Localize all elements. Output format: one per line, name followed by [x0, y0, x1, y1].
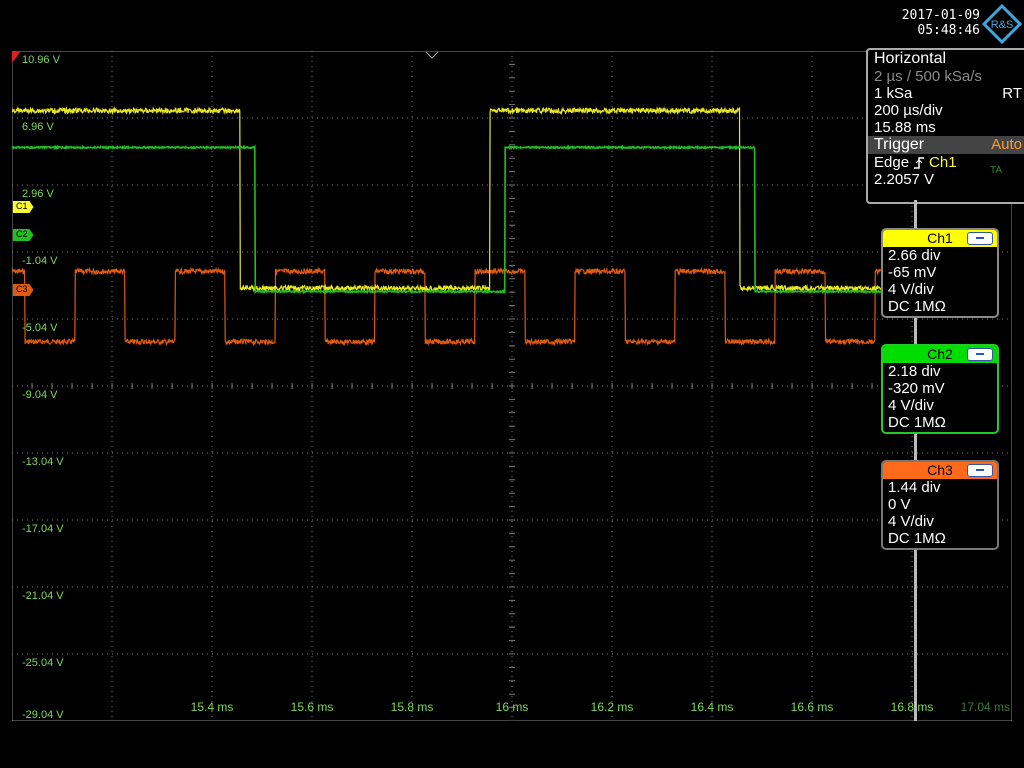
ch1-coupling: DC 1MΩ [888, 298, 946, 315]
ch3-name: Ch3 [927, 462, 953, 478]
ch2-name: Ch2 [927, 346, 953, 362]
ch3-offset-div: 1.44 div [888, 479, 941, 496]
ch2-coupling: DC 1MΩ [888, 414, 946, 431]
waveform-display[interactable]: 10.96 V 6.96 V 2.96 V -1.04 V -5.04 V -9.04 V… [12, 51, 1012, 721]
trigger-header: Trigger Auto [868, 136, 1024, 154]
y-axis-label: -29.04 V [22, 709, 64, 721]
x-axis-label: 16.4 ms [691, 700, 734, 714]
horizontal-position: 15.88 ms [874, 119, 936, 136]
y-axis-label: -21.04 V [22, 590, 64, 602]
ch2-offset-v: -320 mV [888, 380, 945, 397]
timebase: 200 µs/div [874, 102, 943, 119]
trigger-source: Ch1 [929, 154, 957, 171]
y-axis-label: 6.96 V [22, 121, 54, 133]
x-axis-label: 16 ms [496, 700, 529, 714]
trigger-title: Trigger [874, 136, 925, 153]
date-text: 2017-01-09 [901, 8, 980, 23]
ch1-offset-v: -65 mV [888, 264, 937, 281]
y-axis-label: -17.04 V [22, 523, 64, 535]
rising-edge-icon [914, 156, 925, 169]
x-axis-label: 17.04 ms [961, 700, 1010, 714]
trigger-mode: Auto [991, 136, 1022, 153]
ch1-scale: 4 V/div [888, 281, 934, 298]
x-axis-label: 16.8 ms [891, 700, 934, 714]
y-axis-label: -1.04 V [22, 255, 58, 267]
y-axis-label: -9.04 V [22, 389, 58, 401]
x-axis-label: 15.6 ms [291, 700, 334, 714]
ch2-header[interactable]: Ch2 [883, 346, 997, 363]
y-axis-label: -5.04 V [22, 322, 58, 334]
y-axis-label: 2.96 V [22, 188, 54, 200]
horizontal-title: Horizontal [874, 50, 947, 67]
ch3-offset-v: 0 V [888, 496, 911, 513]
ch1-name: Ch1 [927, 230, 953, 246]
y-axis-label: 10.96 V [22, 54, 61, 66]
ch3-header[interactable]: Ch3 [883, 462, 997, 479]
trigger-marker: TA [990, 165, 1003, 176]
horizontal-trigger-panel[interactable]: Horizontal 2 µs / 500 kSa/s 1 kSa RT 200… [866, 48, 1024, 204]
y-axis-label: -25.04 V [22, 657, 64, 669]
rs-logo-icon: R&S [982, 4, 1022, 44]
sample-rate: 2 µs / 500 kSa/s [874, 68, 982, 85]
x-axis-label: 15.8 ms [391, 700, 434, 714]
ch3-level-marker[interactable]: C3 [13, 284, 34, 296]
acquisition-mode: RT [1002, 85, 1022, 102]
datetime-display: 2017-01-09 05:48:46 [870, 8, 980, 38]
ch2-panel[interactable]: Ch2 2.18 div -320 mV 4 V/div DC 1MΩ [881, 344, 999, 434]
trigger-type: Edge [874, 154, 910, 171]
ch2-scale: 4 V/div [888, 397, 934, 414]
ch2-level-marker[interactable]: C2 [13, 229, 34, 241]
ch3-panel[interactable]: Ch3 1.44 div 0 V 4 V/div DC 1MΩ [881, 460, 999, 550]
logo-text: R&S [991, 19, 1014, 31]
ch3-scale: 4 V/div [888, 513, 934, 530]
y-axis-label: -13.04 V [22, 456, 64, 468]
x-axis-label: 16.2 ms [591, 700, 634, 714]
ch2-minimize-icon[interactable] [967, 348, 993, 361]
record-length: 1 kSa [874, 85, 913, 102]
ch3-coupling: DC 1MΩ [888, 530, 946, 547]
ch1-header[interactable]: Ch1 [883, 230, 997, 247]
ch1-level-marker[interactable]: C1 [13, 201, 34, 213]
ch1-minimize-icon[interactable] [967, 232, 993, 245]
x-axis-label: 15.4 ms [191, 700, 234, 714]
time-text: 05:48:46 [917, 23, 980, 38]
ch2-offset-div: 2.18 div [888, 363, 941, 380]
x-axis-label: 16.6 ms [791, 700, 834, 714]
ch1-offset-div: 2.66 div [888, 247, 941, 264]
ch1-panel[interactable]: Ch1 2.66 div -65 mV 4 V/div DC 1MΩ [881, 228, 999, 318]
ch3-minimize-icon[interactable] [967, 464, 993, 477]
